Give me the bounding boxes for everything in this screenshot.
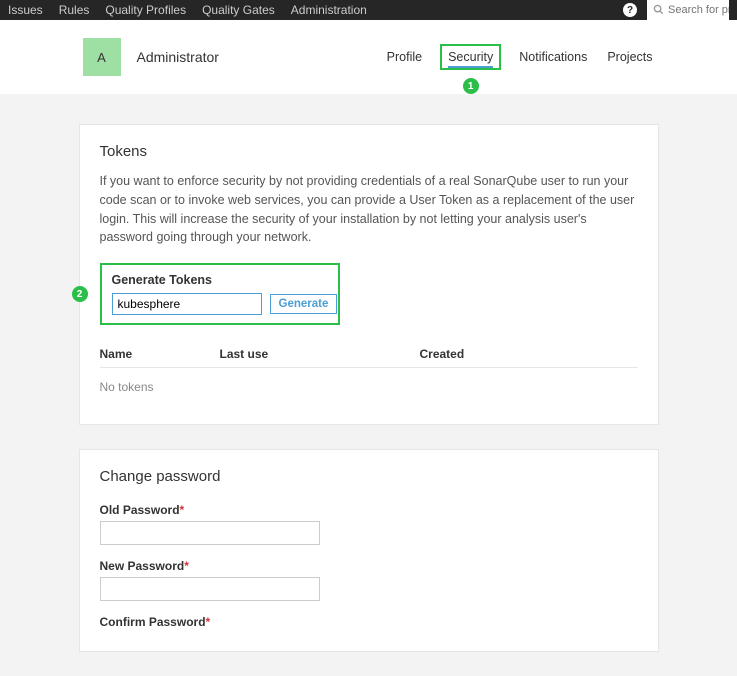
nav-issues[interactable]: Issues xyxy=(8,3,43,17)
generate-tokens-title: Generate Tokens xyxy=(112,273,328,287)
annotation-badge-1: 1 xyxy=(463,78,479,94)
help-icon[interactable]: ? xyxy=(623,3,637,17)
col-header-created: Created xyxy=(420,347,638,361)
tokens-card: Tokens If you want to enforce security b… xyxy=(79,124,659,425)
page-header: A Administrator Profile Security 1 Notif… xyxy=(0,20,737,94)
nav-quality-gates[interactable]: Quality Gates xyxy=(202,3,275,17)
tokens-empty-state: No tokens xyxy=(100,368,638,406)
page-title: Administrator xyxy=(137,49,219,65)
old-password-input[interactable] xyxy=(100,521,320,545)
account-tabs: Profile Security 1 Notifications Project… xyxy=(385,44,655,70)
generate-button[interactable]: Generate xyxy=(270,294,338,314)
annotation-badge-2: 2 xyxy=(72,286,88,302)
nav-rules[interactable]: Rules xyxy=(59,3,90,17)
nav-administration[interactable]: Administration xyxy=(291,3,367,17)
search-input[interactable] xyxy=(668,4,729,16)
tab-profile[interactable]: Profile xyxy=(385,46,424,68)
tab-security[interactable]: Security 1 xyxy=(440,44,501,70)
new-password-label: New Password* xyxy=(100,559,638,573)
tokens-table: Name Last use Created No tokens xyxy=(100,341,638,406)
tab-projects[interactable]: Projects xyxy=(605,46,654,68)
change-password-card: Change password Old Password* New Passwo… xyxy=(79,449,659,652)
tokens-title: Tokens xyxy=(100,143,638,160)
tab-security-label: Security xyxy=(448,50,493,68)
tab-notifications[interactable]: Notifications xyxy=(517,46,589,68)
old-password-label: Old Password* xyxy=(100,503,638,517)
top-navbar: Issues Rules Quality Profiles Quality Ga… xyxy=(0,0,737,20)
col-header-last-use: Last use xyxy=(220,347,420,361)
change-password-title: Change password xyxy=(100,468,638,485)
col-header-name: Name xyxy=(100,347,220,361)
token-name-input[interactable] xyxy=(112,293,262,315)
generate-tokens-section: 2 Generate Tokens Generate xyxy=(100,263,340,325)
tokens-description: If you want to enforce security by not p… xyxy=(100,172,638,247)
new-password-input[interactable] xyxy=(100,577,320,601)
confirm-password-label: Confirm Password* xyxy=(100,615,638,629)
nav-quality-profiles[interactable]: Quality Profiles xyxy=(105,3,186,17)
search-icon xyxy=(653,3,664,18)
avatar: A xyxy=(83,38,121,76)
search-wrap[interactable] xyxy=(647,0,729,20)
